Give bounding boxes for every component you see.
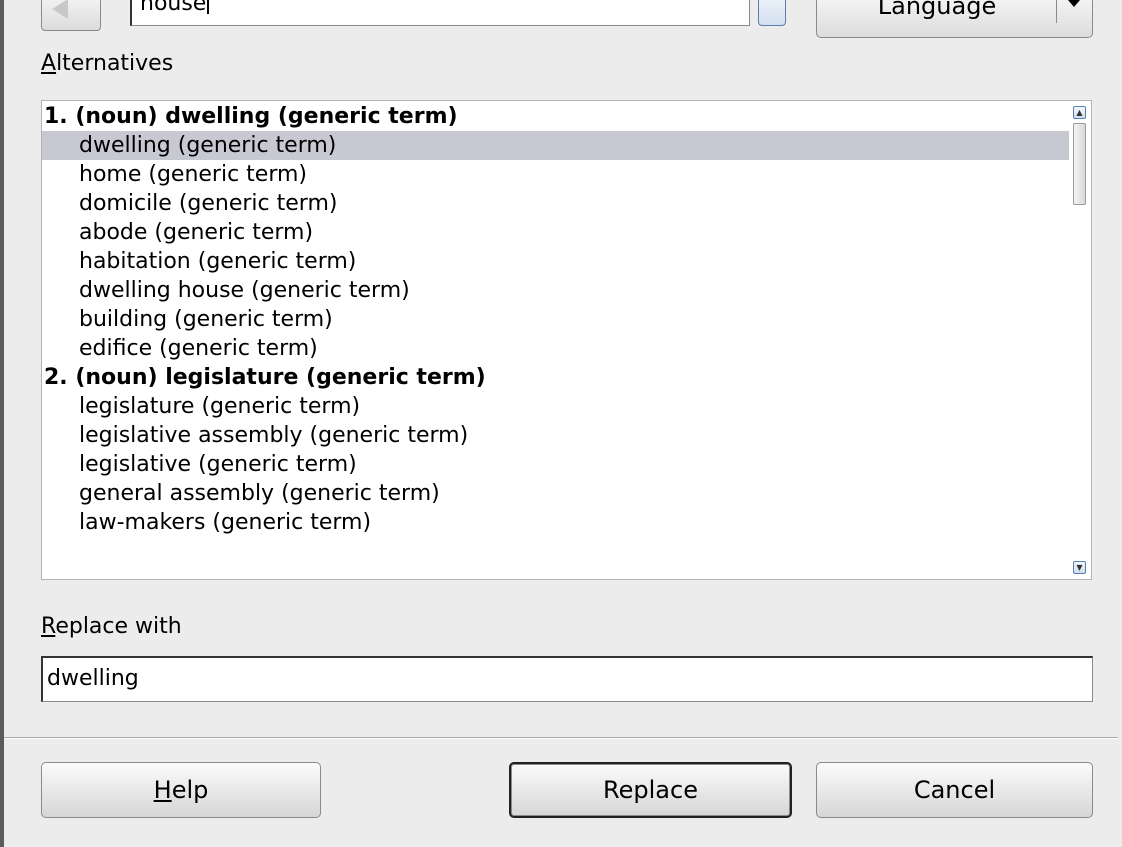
cancel-button[interactable]: Cancel [816,762,1093,818]
scroll-up-icon[interactable]: ▲ [1073,106,1086,119]
meaning-header[interactable]: 1. (noun) dwelling (generic term) [42,102,1070,131]
replace-with-label-mnemonic: R [41,614,56,639]
replace-button[interactable]: Replace [509,762,792,818]
scroll-down-icon[interactable]: ▼ [1073,561,1086,574]
list-item[interactable]: dwelling (generic term) [42,131,1070,160]
replace-with-label-rest: eplace with [55,614,182,639]
dropdown-arrow-icon[interactable] [1068,0,1080,7]
list-item[interactable]: dwelling house (generic term) [42,276,1070,305]
current-word-field[interactable]: house [130,0,750,26]
list-item[interactable]: domicile (generic term) [42,189,1070,218]
word-dropdown-button[interactable] [758,0,786,26]
back-button[interactable] [41,0,101,31]
current-word-value: house [140,0,207,16]
list-item[interactable]: general assembly (generic term) [42,479,1070,508]
replace-with-label: Replace with [41,614,182,640]
list-item[interactable]: legislative (generic term) [42,450,1070,479]
replace-with-input[interactable]: dwelling [41,656,1093,702]
alternatives-label: Alternatives [41,51,173,77]
help-button-rest: elp [171,776,209,804]
list-item[interactable]: habitation (generic term) [42,247,1070,276]
alternatives-label-mnemonic: A [41,51,57,76]
window-left-border [0,0,4,847]
button-divider [4,737,1118,739]
list-item[interactable]: abode (generic term) [42,218,1070,247]
language-button-label: Language [877,0,997,20]
vertical-scrollbar[interactable]: ▲ ▼ [1069,101,1091,579]
help-button[interactable]: Help [41,762,321,818]
list-item[interactable]: building (generic term) [42,305,1070,334]
list-item[interactable]: home (generic term) [42,160,1070,189]
list-item[interactable]: legislative assembly (generic term) [42,421,1070,450]
language-button-separator [1056,0,1057,23]
list-item[interactable]: edifice (generic term) [42,334,1070,363]
alternatives-list[interactable]: 1. (noun) dwelling (generic term) dwellin… [41,100,1092,580]
list-item[interactable]: legislature (generic term) [42,392,1070,421]
alternatives-label-rest: lternatives [56,51,174,76]
alternatives-rows: 1. (noun) dwelling (generic term) dwellin… [42,102,1070,537]
meaning-header[interactable]: 2. (noun) legislature (generic term) [42,363,1070,392]
scrollbar-thumb[interactable] [1073,123,1086,205]
text-caret [207,0,210,14]
list-item[interactable]: law-makers (generic term) [42,508,1070,537]
help-button-mnemonic: H [153,776,172,804]
back-arrow-icon [52,0,68,19]
language-button[interactable]: Language [816,0,1093,38]
